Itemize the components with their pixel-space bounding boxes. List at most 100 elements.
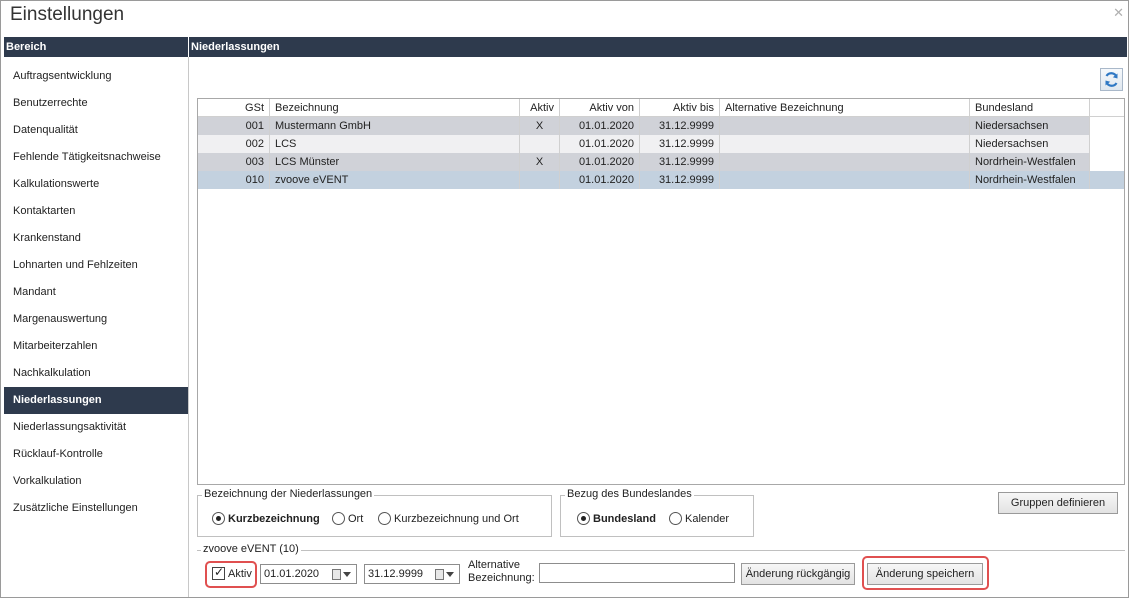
alt-name-field[interactable] (539, 563, 735, 583)
table-cell: X (520, 117, 560, 135)
table-row[interactable]: 001 Mustermann GmbH X 01.01.2020 31.12.9999 N… (198, 117, 1090, 135)
table-cell: 01.01.2020 (560, 171, 640, 189)
sidebar-item[interactable]: Niederlassungen (4, 387, 188, 414)
page-title: Niederlassungen (189, 37, 1127, 57)
alt-name-label-line1: Alternative (468, 559, 520, 571)
refresh-icon (1105, 72, 1118, 87)
radio-kurzbezeichnung-und-ort[interactable]: Kurzbezeichnung und Ort (378, 512, 519, 525)
table-cell (520, 171, 560, 189)
sidebar-item[interactable]: Kontaktarten (4, 198, 188, 225)
to-date-field[interactable]: 31.12.9999 (364, 564, 460, 584)
table-cell: 01.01.2020 (560, 117, 640, 135)
table-row[interactable]: 003 LCS Münster X 01.01.2020 31.12.9999 Nordr… (198, 153, 1090, 171)
branches-table[interactable]: GSt Bezeichnung Aktiv Aktiv von Aktiv bi… (197, 98, 1125, 485)
table-cell (720, 171, 970, 189)
radio-label: Kalender (685, 512, 730, 525)
table-cell: 003 (198, 153, 270, 171)
table-cell: 31.12.9999 (640, 153, 720, 171)
table-cell: 002 (198, 135, 270, 153)
calendar-dropdown-icon[interactable] (332, 567, 354, 581)
table-cell (720, 135, 970, 153)
table-cell: 001 (198, 117, 270, 135)
radio-indicator[interactable] (669, 512, 682, 525)
sidebar-item[interactable]: Rücklauf-Kontrolle (4, 441, 188, 468)
table-cell: Niedersachsen (970, 135, 1090, 153)
sidebar-item[interactable]: Niederlassungsaktivität (4, 414, 188, 441)
sidebar-list: Auftragsentwicklung Benutzerrechte Datenqu… (4, 63, 188, 522)
radio-indicator[interactable] (332, 512, 345, 525)
state-group-legend: Bezug des Bundeslandes (565, 488, 694, 500)
table-cell (720, 117, 970, 135)
sidebar-divider (188, 57, 189, 597)
from-date-field[interactable]: 01.01.2020 (260, 564, 357, 584)
table-cell: 31.12.9999 (640, 117, 720, 135)
col-header-alt-bezeichnung[interactable]: Alternative Bezeichnung (720, 99, 970, 117)
table-cell (720, 153, 970, 171)
col-header-aktiv[interactable]: Aktiv (520, 99, 560, 117)
table-cell: 01.01.2020 (560, 153, 640, 171)
table-cell (520, 135, 560, 153)
sidebar-item[interactable]: Vorkalkulation (4, 468, 188, 495)
radio-indicator[interactable] (378, 512, 391, 525)
active-highlight (205, 561, 257, 588)
radio-ort[interactable]: Ort (332, 512, 363, 525)
sidebar-item[interactable]: Fehlende Tätigkeitsnachweise (4, 144, 188, 171)
table-row[interactable]: 002 LCS 01.01.2020 31.12.9999 Niedersachsen (198, 135, 1090, 153)
save-highlight (862, 556, 989, 590)
radio-label: Bundesland (593, 512, 656, 525)
col-header-gst[interactable]: GSt (198, 99, 270, 117)
radio-label: Ort (348, 512, 364, 525)
naming-group-legend: Bezeichnung der Niederlassungen (202, 488, 375, 500)
table-header: GSt Bezeichnung Aktiv Aktiv von Aktiv bi… (198, 99, 1124, 117)
table-cell: 31.12.9999 (640, 171, 720, 189)
col-header-aktiv-von[interactable]: Aktiv von (560, 99, 640, 117)
col-header-bezeichnung[interactable]: Bezeichnung (270, 99, 520, 117)
close-icon[interactable]: ✕ (1113, 5, 1124, 21)
sidebar-item[interactable]: Datenqualität (4, 117, 188, 144)
sidebar-item[interactable]: Margenauswertung (4, 306, 188, 333)
sidebar-header: Bereich (4, 37, 188, 57)
radio-kurzbezeichnung[interactable]: Kurzbezeichnung (212, 512, 320, 525)
sidebar-item[interactable]: Auftragsentwicklung (4, 63, 188, 90)
sidebar-item[interactable]: Krankenstand (4, 225, 188, 252)
naming-group: Bezeichnung der Niederlassungen Kurzbeze… (197, 488, 552, 537)
state-group: Bezug des Bundeslandes Bundesland Kalend… (560, 488, 754, 537)
table-cell: X (520, 153, 560, 171)
window-title: Einstellungen (10, 4, 125, 25)
table-cell: zvoove eVENT (270, 171, 520, 189)
sidebar-item[interactable]: Kalkulationswerte (4, 171, 188, 198)
sidebar-item[interactable]: Mitarbeiterzahlen (4, 333, 188, 360)
sidebar-item[interactable]: Mandant (4, 279, 188, 306)
sidebar-item[interactable]: Benutzerrechte (4, 90, 188, 117)
table-cell: LCS (270, 135, 520, 153)
radio-kalender[interactable]: Kalender (669, 512, 729, 525)
table-cell: 01.01.2020 (560, 135, 640, 153)
alt-name-label-line2: Bezeichnung: (468, 572, 535, 584)
define-groups-button[interactable]: Gruppen definieren (998, 492, 1118, 514)
radio-bundesland[interactable]: Bundesland (577, 512, 656, 525)
table-cell: Nordrhein-Westfalen (970, 153, 1090, 171)
radio-label: Kurzbezeichnung (228, 512, 320, 525)
radio-label: Kurzbezeichnung und Ort (394, 512, 519, 525)
calendar-dropdown-icon[interactable] (435, 567, 457, 581)
sidebar-item[interactable]: Lohnarten und Fehlzeiten (4, 252, 188, 279)
settings-window: Einstellungen ✕ Bereich Auftragsentwickl… (0, 0, 1129, 598)
table-cell: 31.12.9999 (640, 135, 720, 153)
radio-indicator[interactable] (577, 512, 590, 525)
undo-changes-button[interactable]: Änderung rückgängig (741, 563, 855, 585)
refresh-button[interactable] (1100, 68, 1123, 91)
col-header-aktiv-bis[interactable]: Aktiv bis (640, 99, 720, 117)
table-cell: Niedersachsen (970, 117, 1090, 135)
table-cell: Nordrhein-Westfalen (970, 171, 1090, 189)
table-cell: 010 (198, 171, 270, 189)
col-header-bundesland[interactable]: Bundesland (970, 99, 1090, 117)
table-cell: LCS Münster (270, 153, 520, 171)
sidebar-item[interactable]: Nachkalkulation (4, 360, 188, 387)
alt-name-label: Alternative Bezeichnung: (468, 559, 535, 585)
from-date-value: 01.01.2020 (264, 568, 320, 580)
radio-indicator[interactable] (212, 512, 225, 525)
table-cell: Mustermann GmbH (270, 117, 520, 135)
table-row[interactable]: 010 zvoove eVENT 01.01.2020 31.12.9999 Nordr… (198, 171, 1124, 189)
to-date-value: 31.12.9999 (368, 568, 424, 580)
sidebar-item[interactable]: Zusätzliche Einstellungen (4, 495, 188, 522)
